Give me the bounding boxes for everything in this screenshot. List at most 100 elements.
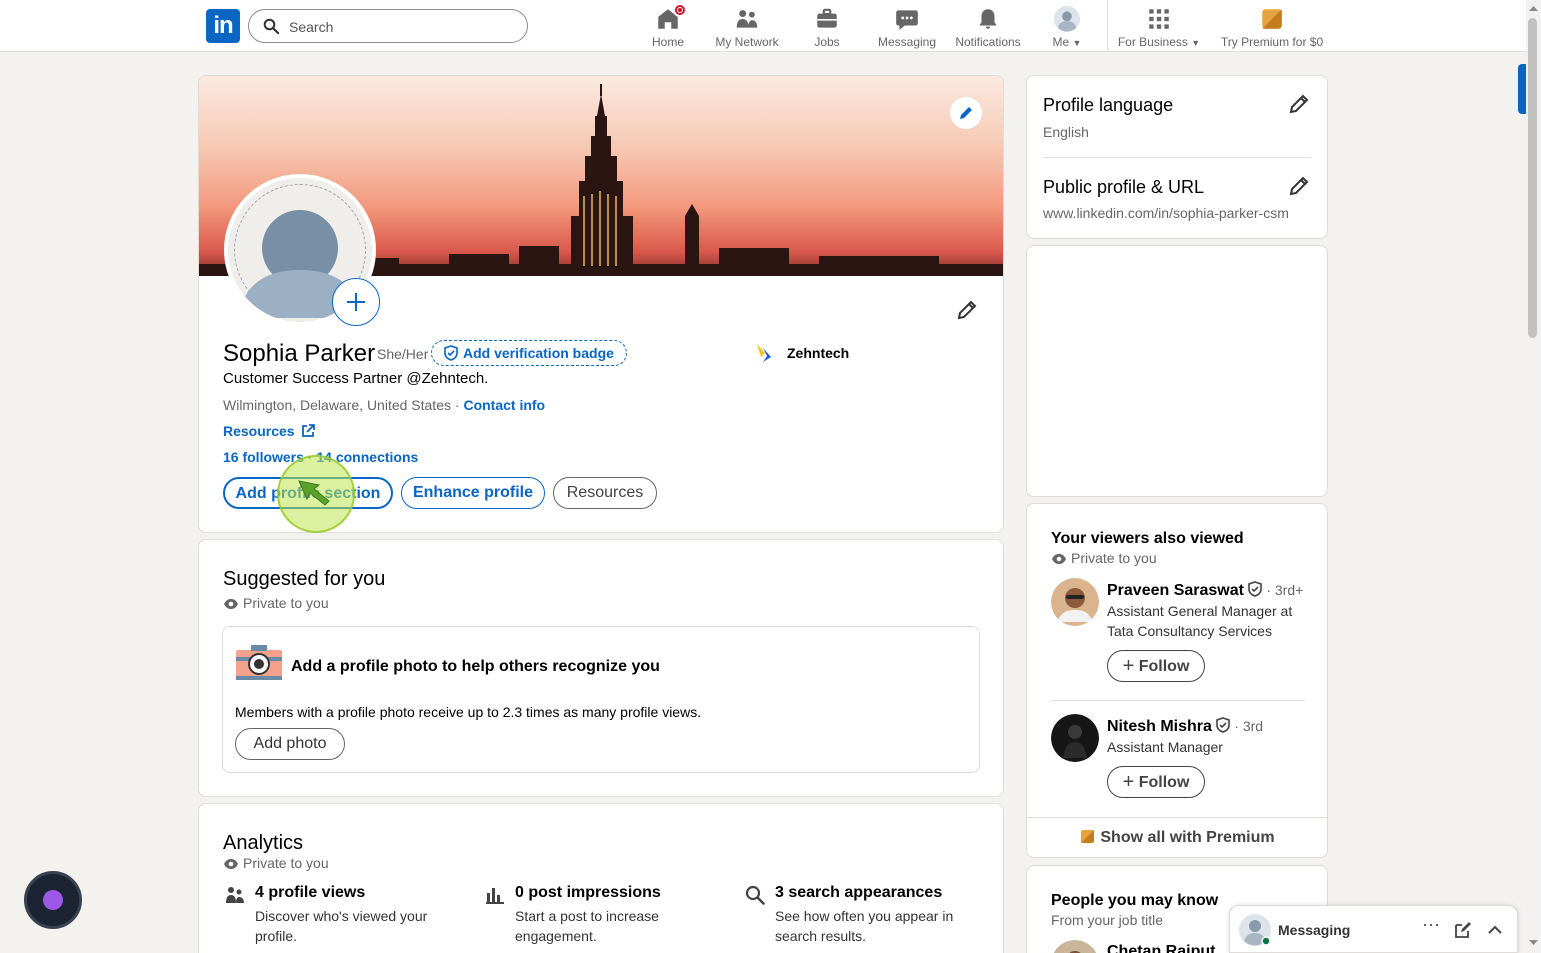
pymk-subtitle: From your job title [1051, 912, 1164, 928]
analytics-post-impressions[interactable]: 0 post impressions Start a post to incre… [483, 884, 723, 946]
ad-slot [1026, 245, 1328, 497]
edit-language-pencil-icon[interactable] [1287, 92, 1311, 116]
profile-location: Wilmington, Delaware, United States [223, 397, 451, 413]
nav-my-network[interactable]: My Network [709, 4, 785, 50]
chetan-avatar[interactable] [1051, 940, 1099, 953]
public-profile-title: Public profile & URL [1043, 177, 1205, 197]
nav-home[interactable]: Home [640, 3, 696, 50]
add-verification-badge-button[interactable]: Add verification badge [431, 340, 627, 366]
add-verification-badge-label: Add verification badge [463, 345, 614, 361]
nav-for-business[interactable]: For Business ▼ [1116, 4, 1202, 50]
search-icon [263, 18, 279, 34]
avatar-icon [1239, 914, 1271, 946]
add-photo-suggestion: Add a profile photo to help others recog… [222, 626, 980, 773]
nav-my-network-label: My Network [715, 35, 779, 49]
suggested-card: Suggested for you Private to you Add a p… [198, 539, 1004, 797]
edit-banner-button[interactable] [950, 97, 982, 129]
home-icon [655, 3, 687, 32]
scrollbar-thumb[interactable] [1528, 18, 1537, 338]
top-navigation: in Home My Network Jobs Messaging Notifi [0, 0, 1526, 52]
nav-messaging-label: Messaging [877, 35, 937, 49]
side-tab-indicator[interactable] [1518, 64, 1526, 114]
camera-icon [236, 645, 282, 680]
follow-button[interactable]: + Follow [1107, 766, 1205, 798]
viewers-privacy: Private to you [1071, 550, 1157, 566]
public-profile-url: www.linkedin.com/in/sophia-parker-csm [1043, 205, 1289, 221]
nav-divider [1107, 0, 1108, 52]
profile-settings-card: Profile language English Public profile … [1026, 75, 1328, 239]
profile-language-value: English [1043, 124, 1089, 140]
nav-try-premium-label: Try Premium for $0 [1220, 35, 1324, 49]
plus-icon [347, 293, 365, 311]
plus-icon: + [1122, 655, 1135, 677]
caret-down-icon: ▼ [1072, 38, 1082, 48]
show-all-premium-button[interactable]: Show all with Premium [1027, 829, 1327, 847]
profile-language-title: Profile language [1043, 95, 1174, 115]
profile-headline: Customer Success Partner @Zehntech. [223, 370, 489, 387]
person-name[interactable]: Praveen Saraswat · 3rd+ [1107, 581, 1303, 600]
nitesh-avatar[interactable] [1051, 714, 1099, 762]
add-photo-plus-button[interactable] [332, 278, 380, 326]
zehntech-logo-icon [755, 342, 773, 364]
nav-me-label: Me [1052, 35, 1070, 49]
nav-messaging[interactable]: Messaging [872, 4, 942, 50]
divider [1043, 157, 1311, 158]
eye-icon [224, 599, 238, 609]
nav-for-business-label: For Business [1117, 35, 1188, 49]
edit-url-pencil-icon[interactable] [1287, 174, 1311, 198]
assistant-launcher-button[interactable] [24, 871, 82, 929]
nav-try-premium[interactable]: Try Premium for $0 [1216, 4, 1328, 50]
bell-icon [975, 6, 1001, 32]
page-scrollbar[interactable] [1526, 0, 1541, 953]
arrow-cursor-icon [298, 480, 330, 506]
nav-jobs-label: Jobs [814, 35, 840, 49]
nav-notifications[interactable]: Notifications [950, 4, 1026, 50]
profile-pronouns: She/Her [377, 346, 429, 362]
scroll-up-arrow-icon[interactable] [1526, 2, 1541, 14]
eye-icon [224, 859, 238, 869]
add-photo-button[interactable]: Add photo [235, 728, 345, 760]
current-company[interactable]: Zehntech [755, 342, 849, 364]
profile-name: Sophia Parker [223, 340, 376, 367]
premium-icon [1081, 830, 1095, 843]
nav-jobs[interactable]: Jobs [800, 4, 854, 50]
compose-icon[interactable] [1454, 921, 1472, 939]
search-input[interactable] [289, 16, 509, 38]
pencil-icon [960, 107, 972, 119]
follow-button[interactable]: + Follow [1107, 650, 1205, 682]
divider [1027, 817, 1327, 818]
messaging-overlay[interactable]: Messaging ··· [1229, 905, 1518, 953]
chevron-up-icon[interactable] [1486, 921, 1504, 939]
analytics-search-appearances[interactable]: 3 search appearances See how often you a… [743, 884, 983, 946]
resources-button[interactable]: Resources [553, 477, 657, 509]
people-icon [226, 887, 244, 903]
click-indicator [277, 455, 355, 533]
nav-notifications-label: Notifications [955, 35, 1021, 49]
more-options-icon[interactable]: ··· [1420, 915, 1442, 938]
praveen-avatar[interactable] [1051, 578, 1099, 626]
person-title: Assistant Manager [1107, 739, 1223, 755]
contact-info-link[interactable]: Contact info [463, 397, 545, 413]
viewers-title: Your viewers also viewed [1051, 530, 1244, 547]
orb-icon [43, 890, 63, 910]
person-title: Assistant General Manager at Tata Consul… [1107, 603, 1293, 639]
nav-me[interactable]: Me ▼ [1046, 4, 1088, 50]
eye-icon [1052, 554, 1066, 564]
scroll-down-arrow-icon[interactable] [1526, 937, 1541, 949]
analytics-privacy: Private to you [243, 855, 329, 871]
analytics-profile-views[interactable]: 4 profile views Discover who's viewed yo… [223, 884, 463, 946]
pymk-person-name[interactable]: Chetan Rajput [1107, 943, 1215, 953]
avatar-icon [1054, 6, 1080, 32]
enhance-profile-button[interactable]: Enhance profile [401, 477, 545, 509]
search-bar[interactable] [248, 9, 528, 43]
bar-chart-icon [486, 888, 504, 904]
edit-intro-pencil-icon[interactable] [955, 298, 979, 322]
notification-badge [673, 3, 687, 17]
viewers-also-viewed-card: Your viewers also viewed Private to you … [1026, 503, 1328, 858]
linkedin-logo[interactable]: in [206, 9, 240, 43]
company-name: Zehntech [787, 345, 850, 361]
person-name[interactable]: Nitesh Mishra · 3rd [1107, 717, 1263, 736]
suggestion-description: Members with a profile photo receive up … [235, 704, 702, 720]
analytics-title: Analytics [223, 832, 304, 854]
resources-external-link[interactable]: Resources [223, 423, 316, 439]
